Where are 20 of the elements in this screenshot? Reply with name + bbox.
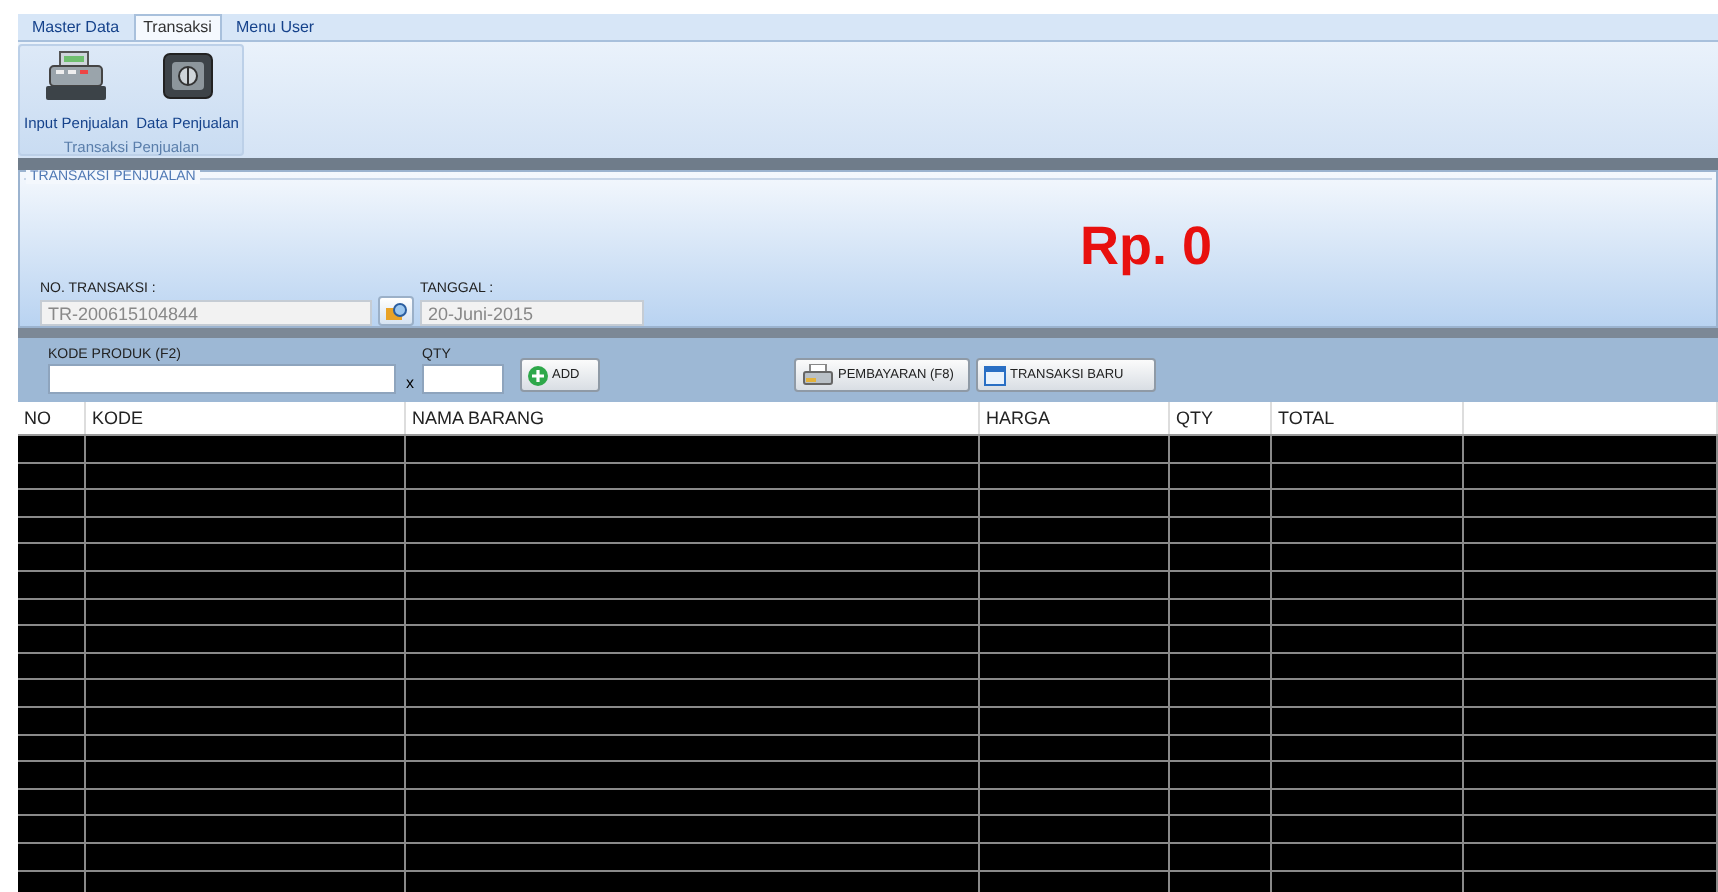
column-header[interactable]: TOTAL: [1272, 402, 1464, 434]
cash-register-icon: [44, 50, 109, 102]
window-icon: [984, 365, 1006, 385]
lookup-button[interactable]: [378, 296, 414, 326]
input-field[interactable]: [48, 364, 396, 394]
ribbon-tab[interactable]: Master Data: [22, 14, 130, 40]
ribbon-tab[interactable]: Menu User: [225, 14, 325, 40]
times-sign: x: [406, 374, 414, 392]
total-amount: Rp. 0: [1080, 216, 1213, 280]
ribbon-tab[interactable]: Transaksi: [133, 14, 222, 40]
input-field[interactable]: [422, 364, 504, 394]
column-header[interactable]: HARGA: [980, 402, 1170, 434]
column-header[interactable]: NAMA BARANG: [406, 402, 980, 434]
plus-icon: [528, 365, 548, 385]
column-header[interactable]: NO: [18, 402, 86, 434]
safe-icon: [159, 50, 216, 102]
search-icon: [385, 302, 407, 320]
column-header[interactable]: KODE: [86, 402, 406, 434]
column-header[interactable]: QTY: [1170, 402, 1272, 434]
printer-icon: [802, 364, 834, 386]
